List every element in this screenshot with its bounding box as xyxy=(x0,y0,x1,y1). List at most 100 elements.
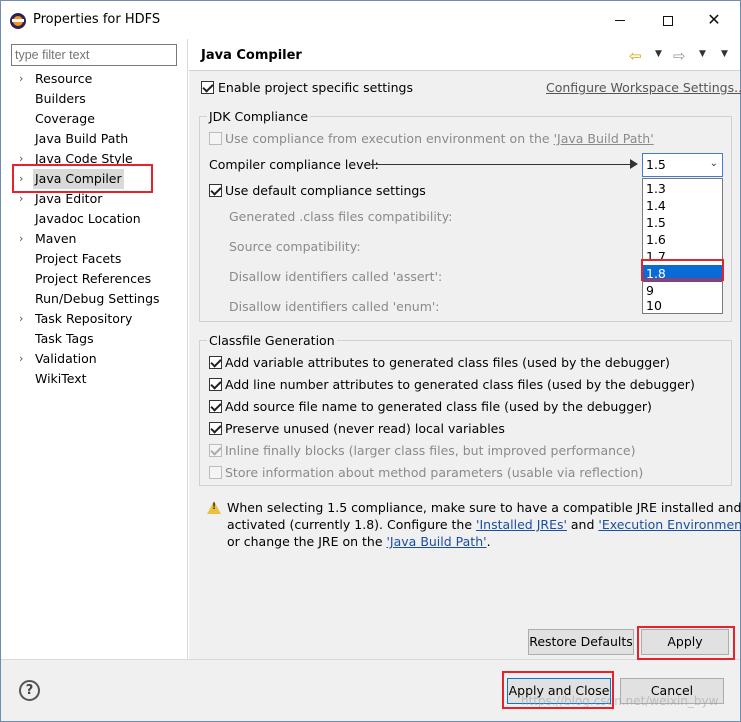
chevron-right-icon[interactable]: › xyxy=(19,149,29,169)
use-default-compliance-label: Use default compliance settings xyxy=(225,183,426,198)
tree-item-validation[interactable]: › Validation xyxy=(1,349,187,369)
filter-input[interactable] xyxy=(11,44,177,66)
use-default-compliance-checkbox[interactable] xyxy=(209,184,222,197)
nav-toolbar: ⇦ ▼ ⇨ ▼ ▼ xyxy=(627,47,737,65)
store-method-params-label: Store information about method parameter… xyxy=(225,465,644,480)
back-dropdown-icon[interactable]: ▼ xyxy=(655,49,662,59)
add-variable-attributes-label: Add variable attributes to generated cla… xyxy=(225,355,670,370)
tree-item-project-references[interactable]: Project References xyxy=(1,269,187,289)
title-bar: Properties for HDFS ✕ xyxy=(1,1,740,39)
close-button[interactable]: ✕ xyxy=(699,9,729,31)
minimize-icon xyxy=(615,20,625,21)
tree-item-label: Coverage xyxy=(35,111,95,126)
preserve-unused-checkbox[interactable] xyxy=(209,422,222,435)
java-build-path-link-2[interactable]: 'Java Build Path' xyxy=(387,534,487,549)
inline-finally-label: Inline finally blocks (larger class file… xyxy=(225,443,636,458)
tree-item-label: Resource xyxy=(35,71,93,86)
add-line-number-label: Add line number attributes to generated … xyxy=(225,377,695,392)
tree-item-coverage[interactable]: Coverage xyxy=(1,109,187,129)
eclipse-icon xyxy=(10,13,26,29)
help-icon[interactable]: ? xyxy=(19,680,40,701)
jdk-compliance-title: JDK Compliance xyxy=(207,109,311,124)
configure-workspace-link[interactable]: Configure Workspace Settings... xyxy=(546,80,741,95)
use-compliance-label: Use compliance from execution environmen… xyxy=(225,131,654,146)
java-build-path-link[interactable]: 'Java Build Path' xyxy=(554,131,654,146)
tree-item-label: WikiText xyxy=(35,371,87,386)
compliance-level-select[interactable]: 1.5 ⌄ xyxy=(642,153,723,177)
tree-item-label: Builders xyxy=(35,91,86,106)
option-10[interactable]: 10 xyxy=(643,297,722,314)
tree-item-task-tags[interactable]: Task Tags xyxy=(1,329,187,349)
option-1-3[interactable]: 1.3 xyxy=(643,180,722,197)
chevron-right-icon[interactable]: › xyxy=(19,349,29,369)
tree-item-java-code-style[interactable]: › Java Code Style xyxy=(1,149,187,169)
tree-item-javadoc-location[interactable]: Javadoc Location xyxy=(1,209,187,229)
preserve-unused-label: Preserve unused (never read) local varia… xyxy=(225,421,505,436)
maximize-button[interactable] xyxy=(653,9,683,31)
tree-item-label: Run/Debug Settings xyxy=(35,291,160,306)
tree-item-label: Maven xyxy=(35,231,77,246)
tree-item-wikitext[interactable]: WikiText xyxy=(1,369,187,389)
tree-item-resource[interactable]: › Resource xyxy=(1,69,187,89)
warning-line-3: or change the JRE on the 'Java Build Pat… xyxy=(227,534,491,549)
enable-project-specific-label: Enable project specific settings xyxy=(218,80,413,95)
installed-jres-link[interactable]: 'Installed JREs' xyxy=(476,517,567,532)
warning-line-3-text: or change the JRE on the xyxy=(227,534,387,549)
minimize-button[interactable] xyxy=(605,9,635,31)
back-arrow-icon[interactable]: ⇦ xyxy=(629,47,642,65)
tree-item-run-debug-settings[interactable]: Run/Debug Settings xyxy=(1,289,187,309)
warning-icon xyxy=(207,501,221,514)
warning-period: . xyxy=(486,534,491,549)
tree-item-label: Validation xyxy=(35,351,97,366)
tree-item-java-editor[interactable]: › Java Editor xyxy=(1,189,187,209)
option-1-4[interactable]: 1.4 xyxy=(643,197,722,214)
disallow-assert-label: Disallow identifiers called 'assert': xyxy=(229,269,443,284)
right-panel: Java Compiler ⇦ ▼ ⇨ ▼ ▼ Enable project s… xyxy=(189,39,741,659)
properties-dialog: Properties for HDFS ✕ › Resource Builder… xyxy=(0,0,741,722)
tree-item-maven[interactable]: › Maven xyxy=(1,229,187,249)
chevron-right-icon[interactable]: › xyxy=(19,189,29,209)
tree-item-java-compiler[interactable]: › Java Compiler xyxy=(1,169,187,189)
tree-item-label: Java Code Style xyxy=(35,151,133,166)
add-source-file-checkbox[interactable] xyxy=(209,400,222,413)
compliance-level-label: Compiler compliance level: xyxy=(209,157,379,172)
apply-button[interactable]: Apply xyxy=(641,629,729,655)
add-variable-attributes-checkbox[interactable] xyxy=(209,356,222,369)
warning-line-1: When selecting 1.5 compliance, make sure… xyxy=(227,500,741,515)
option-1-7[interactable]: 1.7 xyxy=(643,248,722,265)
chevron-right-icon[interactable]: › xyxy=(19,309,29,329)
forward-arrow-icon[interactable]: ⇨ xyxy=(673,47,686,65)
view-menu-icon[interactable]: ▼ xyxy=(721,49,728,59)
maximize-icon xyxy=(663,15,673,26)
tree-item-task-repository[interactable]: › Task Repository xyxy=(1,309,187,329)
page-title: Java Compiler xyxy=(201,48,302,63)
inline-finally-checkbox[interactable] xyxy=(209,444,222,457)
tree-item-label: Task Repository xyxy=(35,311,133,326)
add-line-number-checkbox[interactable] xyxy=(209,378,222,391)
warning-line-2: activated (currently 1.8). Configure the… xyxy=(227,517,741,532)
tree-item-project-facets[interactable]: Project Facets xyxy=(1,249,187,269)
tree-item-label: Java Build Path xyxy=(35,131,129,146)
tree-item-builders[interactable]: Builders xyxy=(1,89,187,109)
chevron-right-icon[interactable]: › xyxy=(19,69,29,89)
restore-defaults-button[interactable]: Restore Defaults xyxy=(528,629,634,655)
disallow-enum-label: Disallow identifiers called 'enum': xyxy=(229,299,440,314)
forward-dropdown-icon[interactable]: ▼ xyxy=(699,49,706,59)
tree-item-label: Task Tags xyxy=(35,331,94,346)
execution-environments-link[interactable]: 'Execution Environments' xyxy=(598,517,741,532)
tree-item-label: Project References xyxy=(35,271,152,286)
compliance-level-options: 1.3 1.4 1.5 1.6 1.7 1.8 9 10 xyxy=(642,178,723,314)
option-1-5[interactable]: 1.5 xyxy=(643,214,722,231)
tree-item-label: Project Facets xyxy=(35,251,122,266)
chevron-right-icon[interactable]: › xyxy=(19,229,29,249)
store-method-params-checkbox[interactable] xyxy=(209,466,222,479)
option-1-6[interactable]: 1.6 xyxy=(643,231,722,248)
tree-item-java-build-path[interactable]: Java Build Path xyxy=(1,129,187,149)
chevron-right-icon[interactable]: › xyxy=(19,169,29,189)
annotation-arrow-head xyxy=(630,159,638,169)
tree-item-label: Java Compiler xyxy=(33,169,124,189)
option-1-8[interactable]: 1.8 xyxy=(643,265,722,282)
use-compliance-checkbox[interactable] xyxy=(209,132,222,145)
enable-project-specific-checkbox[interactable] xyxy=(201,81,214,94)
classfile-generation-title: Classfile Generation xyxy=(207,333,337,348)
